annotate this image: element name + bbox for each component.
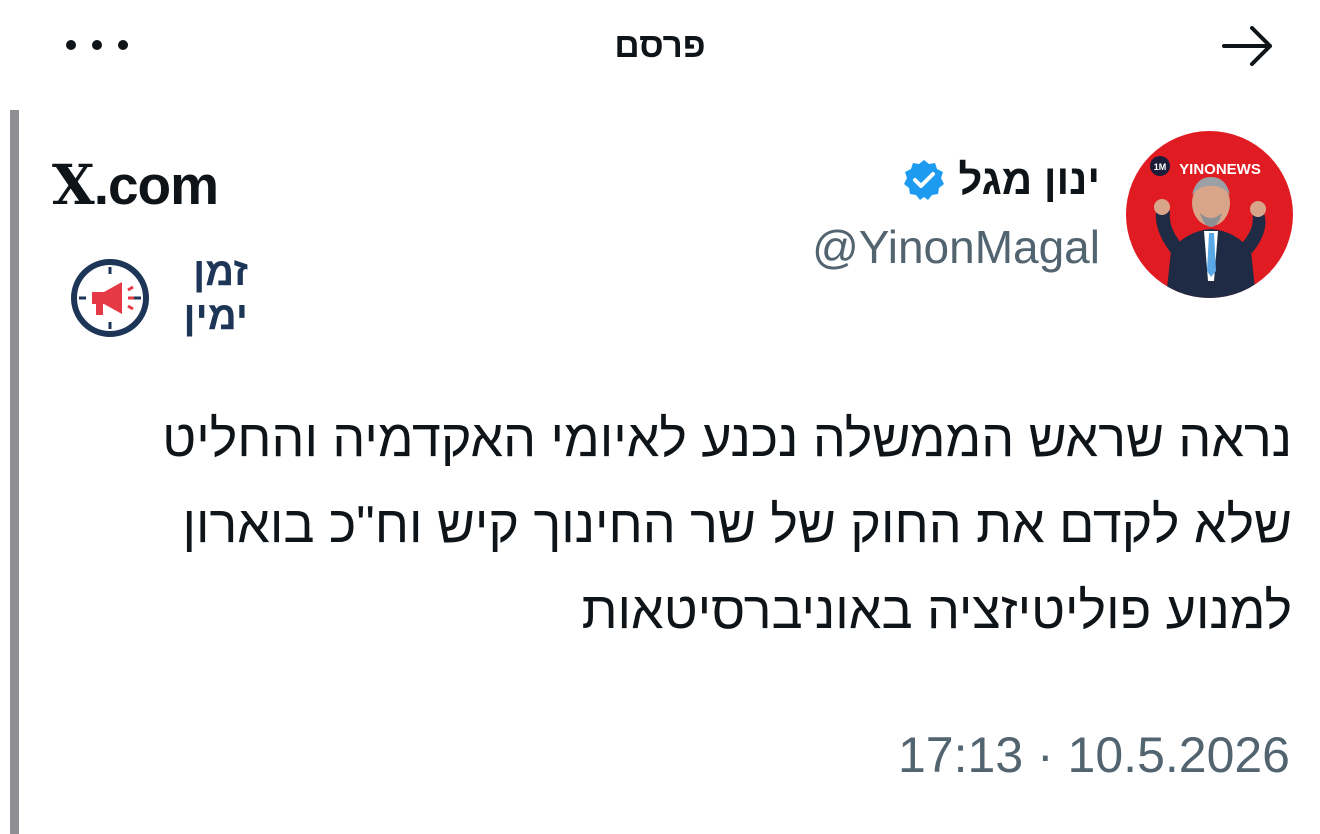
avatar[interactable]: 1M YINONEWS <box>1126 131 1293 298</box>
megaphone-clock-icon <box>71 259 149 337</box>
x-logo-letter: X <box>52 152 95 217</box>
channel-logo: זמן ימין <box>68 250 248 345</box>
author-name[interactable]: ינון מגל <box>958 156 1100 204</box>
domain-suffix: .com <box>93 154 219 216</box>
tweet-text-line: למנוע פוליטיזציה באוניברסיטאות <box>581 582 1292 640</box>
more-options-button[interactable] <box>66 30 128 60</box>
avatar-brand-text: YINONEWS <box>1179 161 1261 178</box>
more-dot-3 <box>118 40 128 50</box>
tweet-timestamp[interactable]: 17:13 · 10.5.2026 <box>820 726 1290 784</box>
top-bar: פרסם <box>0 0 1320 95</box>
author-handle[interactable]: @YinonMagal <box>700 220 1100 274</box>
tweet-text-line: שלא לקדם את החוק של שר החינוך קיש וח"כ ב… <box>182 496 1292 554</box>
tweet-text-line: נראה שראש הממשלה נכנע לאיומי האקדמיה והח… <box>162 410 1292 468</box>
more-dot-2 <box>92 40 102 50</box>
arrow-right-icon <box>1222 26 1272 66</box>
quote-bar <box>10 110 19 834</box>
channel-name: זמן ימין <box>156 250 248 338</box>
avatar-badge-text: 1M <box>1154 162 1167 172</box>
page-title: פרסם <box>614 26 706 65</box>
verified-badge-icon <box>904 160 945 200</box>
tweet-text: נראה שראש הממשלה נכנע לאיומי האקדמיה והח… <box>30 396 1292 654</box>
back-button[interactable] <box>1220 20 1276 72</box>
more-horizontal-icon <box>66 40 76 50</box>
source-domain: X.com <box>52 152 219 217</box>
channel-name-line1: זמן <box>193 250 248 294</box>
author-name-row: ינון מגל <box>700 150 1100 210</box>
channel-name-line2: ימין <box>183 294 248 338</box>
